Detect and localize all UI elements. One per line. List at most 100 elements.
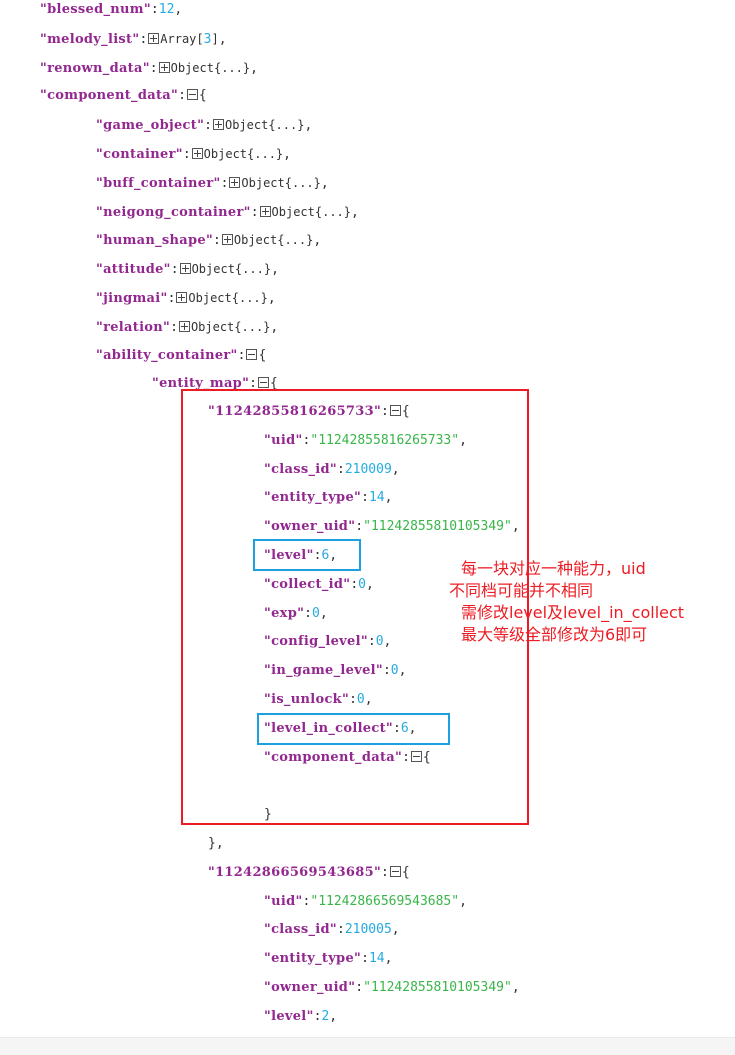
entity-field: "level_in_collect":6, <box>264 719 416 739</box>
annotation-line: 需修改level及level_in_collect <box>461 603 685 622</box>
expand-icon[interactable] <box>158 61 170 73</box>
quote-mark: " <box>142 60 150 76</box>
collapse-icon[interactable] <box>186 89 198 101</box>
punctuation: , <box>320 175 329 191</box>
punctuation: : <box>170 262 179 278</box>
collapse-icon[interactable] <box>410 750 422 762</box>
collapsed-label: Object{...} <box>188 291 268 305</box>
annotation-line: 每一块对应一种能力，uid <box>461 559 646 578</box>
quote-mark: " <box>213 175 221 191</box>
collapsed-label: Object{...} <box>190 319 271 334</box>
json-key: level_in_collect <box>271 720 386 736</box>
entity-field: "owner_uid":"11242855810105349", <box>264 517 520 537</box>
expand-icon[interactable] <box>191 148 203 159</box>
close-brace: } <box>264 805 272 825</box>
expand-icon[interactable] <box>176 292 188 303</box>
punctuation: : <box>367 634 376 650</box>
collapsed-label: Object{...} <box>271 204 352 219</box>
punctuation: : <box>304 605 312 621</box>
punctuation: : <box>382 663 391 679</box>
punctuation: , <box>384 951 393 967</box>
punctuation: , <box>250 60 258 76</box>
entity-header: "11242855816265733":{ <box>208 402 410 422</box>
json-key: entity_map <box>159 376 243 392</box>
punctuation: : <box>250 204 259 220</box>
punctuation: : <box>355 519 364 535</box>
punctuation: : <box>249 376 257 392</box>
entity-header: "11242866569543685":{ <box>208 863 410 883</box>
punctuation: : <box>213 233 221 249</box>
json-key: neigong_container <box>103 204 244 220</box>
quote-mark: " <box>295 432 303 448</box>
json-number: 0 <box>390 663 399 679</box>
json-key: entity_type <box>271 490 355 506</box>
expand-icon[interactable] <box>221 234 233 246</box>
json-key: game_object <box>103 118 198 134</box>
json-line: "melody_list": Array[3], <box>40 29 227 49</box>
punctuation: : <box>402 749 410 765</box>
punctuation: : <box>150 2 159 17</box>
json-string: "11242855810105349" <box>363 519 512 535</box>
punctuation: : <box>220 175 229 191</box>
quote-mark: " <box>295 893 303 909</box>
punctuation: , <box>313 233 322 249</box>
json-key: melody_list <box>47 31 133 47</box>
punctuation: , <box>398 663 407 679</box>
collapsed-label: Object{...} <box>233 233 314 248</box>
quote-mark: " <box>329 461 337 477</box>
expand-icon[interactable] <box>179 263 191 275</box>
json-key: jingmai <box>103 291 161 306</box>
punctuation: , <box>391 922 400 938</box>
punctuation: , <box>511 519 520 535</box>
json-line: "ability_container":{ <box>96 346 266 366</box>
quote-mark: " <box>373 404 382 419</box>
punctuation: : <box>167 291 176 306</box>
quote-mark: " <box>163 262 171 278</box>
json-number: 6 <box>400 720 409 736</box>
punctuation: { <box>198 88 207 104</box>
collapsed-label: Object{...} <box>241 175 321 190</box>
json-line: "attitude": Object{...}, <box>96 259 279 279</box>
punctuation: , <box>511 980 520 995</box>
expand-icon[interactable] <box>178 320 190 332</box>
json-key: renown_data <box>47 60 143 76</box>
json-number: 14 <box>368 490 385 506</box>
json-key: 11242855816265733 <box>215 404 374 419</box>
punctuation: { <box>422 749 431 765</box>
quote-mark: " <box>375 663 383 679</box>
footer-bar <box>0 1037 735 1055</box>
expand-icon[interactable] <box>212 119 224 131</box>
entity-field: "entity_type":14, <box>264 488 392 508</box>
collapse-icon[interactable] <box>389 405 401 416</box>
brace: } <box>264 807 272 823</box>
punctuation: { <box>269 376 278 392</box>
punctuation: , <box>408 720 417 736</box>
json-key: level <box>271 548 307 563</box>
entity-field: "class_id":210005, <box>264 920 400 940</box>
collapse-icon[interactable] <box>246 348 258 360</box>
punctuation: , <box>364 692 373 707</box>
json-viewer: "blessed_num":12, "melody_list": Array[3],… <box>0 0 735 1037</box>
punctuation: { <box>401 404 410 419</box>
expand-icon[interactable] <box>259 205 271 217</box>
collapsed-label: Object{...} <box>191 262 272 277</box>
json-number: 0 <box>356 692 365 707</box>
annotation-note: 每一块对应一种能力，uid 不同档可能并不相同 需修改level及level_i… <box>449 558 684 646</box>
collapse-icon[interactable] <box>389 865 401 877</box>
expand-icon[interactable] <box>148 32 160 44</box>
entity-field: "collect_id":0, <box>264 575 374 595</box>
json-key: class_id <box>271 461 330 477</box>
entity-field: "in_game_level":0, <box>264 661 406 681</box>
json-string: "11242855816265733" <box>310 432 460 448</box>
collapse-icon[interactable] <box>257 377 269 389</box>
entity-field: "exp":0, <box>264 604 328 624</box>
expand-icon[interactable] <box>229 176 241 188</box>
json-key: exp <box>271 605 298 621</box>
json-number: 210009 <box>344 461 392 477</box>
quote-mark: " <box>373 864 382 880</box>
collapsed-label: Object{...} <box>203 147 284 161</box>
entity-field: "level":2, <box>264 1007 337 1027</box>
punctuation: , <box>174 2 183 17</box>
json-line: "relation": Object{...}, <box>96 317 278 337</box>
json-key: collect_id <box>271 576 344 592</box>
